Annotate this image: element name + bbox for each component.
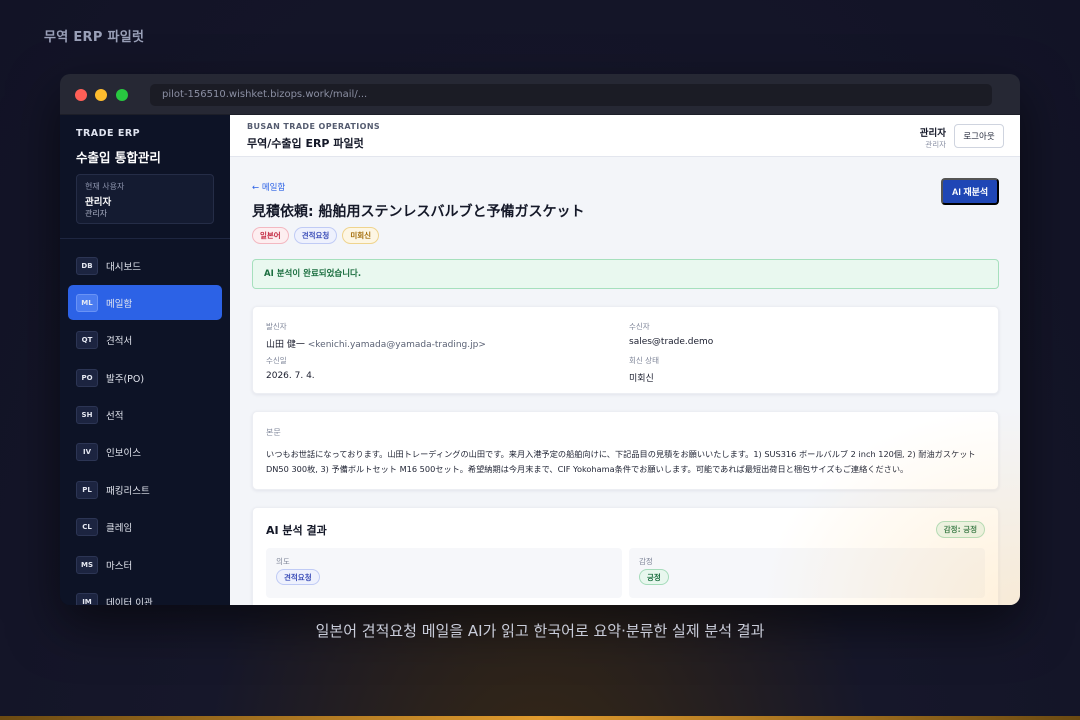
sidebar-item-label: 클레임 bbox=[106, 523, 133, 535]
ai-analysis-title: AI 분석 결과 bbox=[266, 524, 327, 537]
sidebar: TRADE ERP 수출입 통합관리 현재 사용자 관리자 관리자 DB 대시보… bbox=[60, 115, 230, 605]
mail-tags: 일본어 견적요청 미회신 bbox=[252, 227, 380, 244]
minimize-window-button[interactable] bbox=[95, 89, 107, 101]
tag-reply-status: 미회신 bbox=[342, 227, 380, 244]
claim-icon: CL bbox=[76, 518, 98, 537]
brand-title: 수출입 통합관리 bbox=[76, 150, 161, 165]
ai-analysis-card: AI 분석 결과 감정: 긍정 의도 견적요청 감정 긍정 bbox=[252, 507, 999, 605]
tag-category: 견적요청 bbox=[293, 227, 338, 244]
topbar-user-name: 관리자 bbox=[919, 128, 946, 139]
address-bar[interactable]: pilot-156510.wishket.bizops.work/mail/..… bbox=[150, 84, 992, 106]
invoice-icon: IV bbox=[76, 443, 98, 462]
body-label: 본문 bbox=[266, 428, 281, 437]
page-title: 무역 ERP 파일럿 bbox=[44, 30, 145, 45]
topbar-kicker: BUSAN TRADE OPERATIONS bbox=[247, 122, 381, 131]
topbar-title: 무역/수출입 ERP 파일럿 bbox=[247, 137, 364, 150]
sidebar-item-label: 인보이스 bbox=[106, 448, 141, 460]
current-user-box: 현재 사용자 관리자 관리자 bbox=[76, 174, 214, 224]
sidebar-item-label: 마스터 bbox=[106, 560, 133, 572]
sidebar-item-label: 메일함 bbox=[106, 298, 133, 310]
reply-status-label: 회신 상태 bbox=[629, 356, 659, 365]
brand-small: TRADE ERP bbox=[76, 128, 141, 139]
browser-chrome: pilot-156510.wishket.bizops.work/mail/..… bbox=[60, 74, 1020, 115]
sidebar-item-label: 견적서 bbox=[106, 336, 133, 348]
sender-name: 山田 健一 bbox=[266, 340, 305, 350]
topbar-user-role: 관리자 bbox=[925, 140, 946, 149]
sidebar-item-data-migration[interactable]: IM 데이터 이관 bbox=[68, 585, 222, 605]
recipient-label: 수신자 bbox=[629, 322, 650, 331]
mailbox-icon: ML bbox=[76, 293, 98, 312]
received-value: 2026. 7. 4. bbox=[266, 371, 315, 381]
reply-status-field: 회신 상태 미회신 bbox=[629, 355, 659, 384]
current-user-label: 현재 사용자 bbox=[85, 182, 125, 191]
sentiment-box: 감정 긍정 bbox=[629, 548, 985, 598]
shipment-icon: SH bbox=[76, 406, 98, 425]
sidebar-item-mailbox[interactable]: ML 메일함 bbox=[68, 285, 222, 321]
current-user-role: 관리자 bbox=[85, 209, 108, 218]
mail-subject: 見積依頼: 船舶用ステンレスバルブと予備ガスケット bbox=[252, 204, 585, 220]
sentiment-badge: 긍정 bbox=[639, 569, 669, 585]
mail-meta-card: 발신자 山田 健一 <kenichi.yamada@yamada-trading… bbox=[252, 306, 999, 394]
mail-body-text: いつもお世話になっております。山田トレーディングの山田です。来月入港予定の船舶向… bbox=[266, 449, 976, 474]
sidebar-item-purchase-orders[interactable]: PO 발주(PO) bbox=[68, 360, 222, 395]
sender-value: 山田 健一 <kenichi.yamada@yamada-trading.jp> bbox=[266, 337, 486, 350]
sidebar-item-label: 데이터 이관 bbox=[106, 598, 153, 605]
purchase-order-icon: PO bbox=[76, 368, 98, 387]
reply-status-value: 미회신 bbox=[629, 374, 654, 384]
bottom-accent-bar bbox=[0, 716, 1080, 720]
dashboard-icon: DB bbox=[76, 256, 98, 275]
data-migration-icon: IM bbox=[76, 593, 98, 605]
intent-badge: 견적요청 bbox=[276, 569, 320, 585]
sidebar-item-label: 발주(PO) bbox=[106, 373, 145, 385]
page-caption: 일본어 견적요청 메일을 AI가 읽고 한국어로 요약·분류한 실제 분석 결과 bbox=[315, 622, 765, 640]
sidebar-item-dashboard[interactable]: DB 대시보드 bbox=[68, 248, 222, 283]
sentiment-label: 감정 bbox=[639, 557, 653, 566]
recipient-value: sales@trade.demo bbox=[629, 337, 714, 347]
main-area: BUSAN TRADE OPERATIONS 무역/수출입 ERP 파일럿 관리… bbox=[230, 115, 1020, 605]
close-window-button[interactable] bbox=[75, 89, 87, 101]
sidebar-divider bbox=[60, 238, 230, 239]
sender-label: 발신자 bbox=[266, 322, 287, 331]
sentiment-summary-badge: 감정: 긍정 bbox=[935, 521, 985, 538]
maximize-window-button[interactable] bbox=[116, 89, 128, 101]
sender-email: <kenichi.yamada@yamada-trading.jp> bbox=[307, 340, 486, 350]
sender-field: 발신자 山田 健一 <kenichi.yamada@yamada-trading… bbox=[266, 321, 486, 350]
sidebar-item-packing-lists[interactable]: PL 패킹리스트 bbox=[68, 472, 222, 507]
analysis-complete-alert: AI 분석이 완료되었습니다. bbox=[252, 259, 999, 289]
current-user-name: 관리자 bbox=[85, 197, 112, 208]
master-icon: MS bbox=[76, 555, 98, 574]
intent-label: 의도 bbox=[276, 557, 290, 566]
ai-reanalyze-button[interactable]: AI 재분석 bbox=[941, 178, 999, 205]
recipient-field: 수신자 sales@trade.demo bbox=[629, 321, 713, 347]
quotes-icon: QT bbox=[76, 331, 98, 350]
app: TRADE ERP 수출입 통합관리 현재 사용자 관리자 관리자 DB 대시보… bbox=[60, 115, 1020, 605]
sidebar-item-master[interactable]: MS 마스터 bbox=[68, 547, 222, 582]
sidebar-item-label: 선적 bbox=[106, 411, 124, 423]
sidebar-item-claims[interactable]: CL 클레임 bbox=[68, 510, 222, 545]
sidebar-item-label: 대시보드 bbox=[106, 261, 141, 273]
intent-box: 의도 견적요청 bbox=[266, 548, 622, 598]
received-field: 수신일 2026. 7. 4. bbox=[266, 355, 315, 381]
logout-button[interactable]: 로그아웃 bbox=[954, 124, 1004, 148]
packing-list-icon: PL bbox=[76, 480, 98, 499]
browser-window: pilot-156510.wishket.bizops.work/mail/..… bbox=[60, 74, 1020, 605]
sidebar-item-shipments[interactable]: SH 선적 bbox=[68, 398, 222, 433]
tag-language: 일본어 bbox=[252, 227, 289, 244]
mail-detail: ← 메일함 AI 재분석 見積依頼: 船舶用ステンレスバルブと予備ガスケット 일… bbox=[252, 157, 999, 605]
sidebar-item-quotes[interactable]: QT 견적서 bbox=[68, 323, 222, 358]
sidebar-nav: DB 대시보드 ML 메일함 QT 견적서 PO 발주(PO) SH 선적 IV… bbox=[68, 248, 222, 605]
topbar: BUSAN TRADE OPERATIONS 무역/수출입 ERP 파일럿 관리… bbox=[230, 115, 1020, 157]
received-label: 수신일 bbox=[266, 356, 287, 365]
sidebar-item-invoices[interactable]: IV 인보이스 bbox=[68, 435, 222, 470]
mail-body-card: 본문 いつもお世話になっております。山田トレーディングの山田です。来月入港予定の… bbox=[252, 411, 999, 490]
sidebar-item-label: 패킹리스트 bbox=[106, 485, 150, 497]
back-to-mailbox-link[interactable]: ← 메일함 bbox=[252, 181, 285, 193]
